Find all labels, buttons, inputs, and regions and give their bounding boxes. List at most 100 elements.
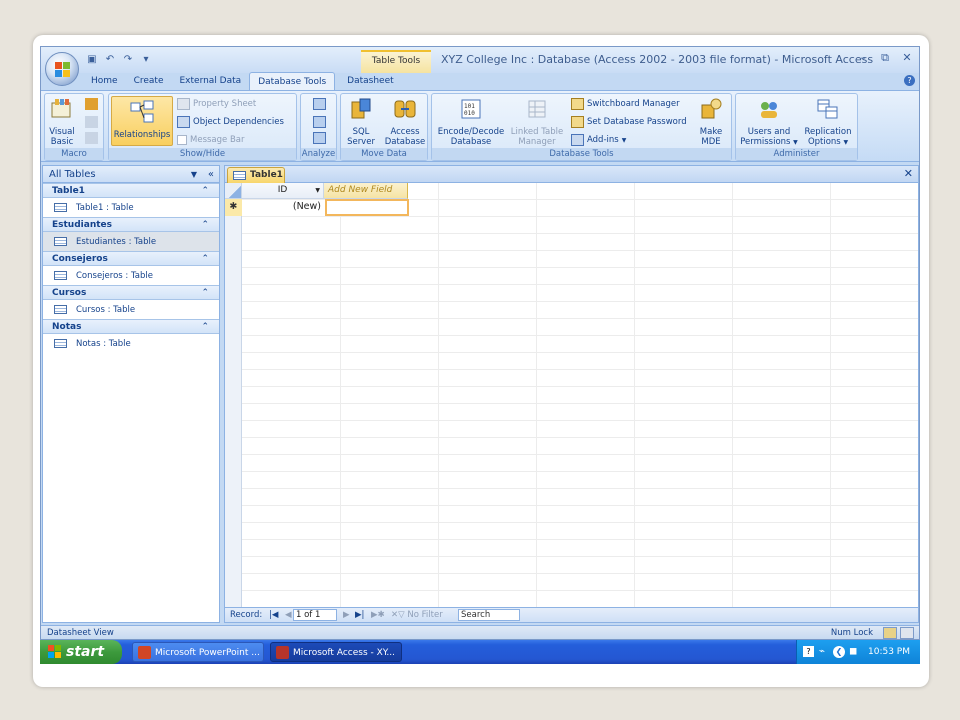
sql-server-icon [351,98,371,119]
access-db-label-1: Access [390,127,420,137]
restore-icon[interactable]: ⧉ [877,51,893,65]
linked-label-2: Manager [518,137,556,147]
nav-menu-dropdown-icon[interactable]: ▼ [191,166,197,183]
replication-options-button[interactable]: Replication Options ▼ [800,97,856,148]
switchboard-manager-button[interactable]: Switchboard Manager [571,97,680,111]
chevron-down-icon[interactable]: ▼ [315,183,320,198]
nav-item-cursos[interactable]: Cursos : Table [43,300,219,319]
access-database-button[interactable]: Access Database [383,97,427,147]
table-icon [233,171,246,180]
minimize-icon[interactable]: – [855,51,871,65]
tab-home[interactable]: Home [83,72,126,90]
database-documenter-icon[interactable] [313,98,326,110]
new-record-id-cell[interactable]: (New) [242,199,324,216]
collapse-group-icon[interactable]: ⌃ [201,286,209,300]
set-password-button[interactable]: Set Database Password [571,115,687,129]
linked-table-manager-button[interactable]: Linked Table Manager [508,97,566,147]
tab-database-tools[interactable]: Database Tools [249,72,336,90]
checkbox-icon [177,135,187,145]
make-mde-button[interactable]: Make MDE [694,97,728,147]
run-macro-icon[interactable] [85,98,98,110]
relationships-label: Relationships [113,130,171,140]
record-label: Record: [230,610,263,620]
add-ins-button[interactable]: Add-ins ▼ [571,133,626,147]
message-bar-checkbox[interactable]: Message Bar [177,133,245,147]
collapse-group-icon[interactable]: ⌃ [201,320,209,334]
group-label-show-hide: Show/Hide [109,148,296,160]
help-icon[interactable]: ? [904,75,915,86]
taskbar-powerpoint[interactable]: Microsoft PowerPoint ... [132,642,264,662]
customize-qat-icon[interactable]: ▾ [139,53,153,66]
chevron-down-icon: ▼ [793,139,798,146]
column-header-add-new-field[interactable]: Add New Field [324,183,408,199]
start-label: start [66,644,105,660]
close-document-icon[interactable]: ✕ [904,167,913,180]
nav-item-estudiantes[interactable]: Estudiantes : Table [43,232,219,251]
undo-icon[interactable]: ↶ [103,53,117,66]
current-record-field[interactable]: 1 of 1 [293,609,337,621]
datasheet-grid[interactable] [225,183,918,608]
column-header-id[interactable]: ID ▼ [242,183,324,199]
svg-text:101: 101 [464,103,475,110]
datasheet-view-icon[interactable] [883,627,897,639]
office-button[interactable] [45,52,79,86]
analyze-table-icon[interactable] [313,132,326,144]
back-arrow-icon[interactable]: ❮ [833,646,845,658]
new-record-star-icon[interactable]: ✱ [225,199,242,216]
design-view-icon[interactable] [900,627,914,639]
help-tray-icon[interactable]: ? [803,646,814,657]
nav-group-cursos[interactable]: Cursos ⌃ [43,285,219,300]
redo-icon[interactable]: ↷ [121,53,135,66]
collapse-group-icon[interactable]: ⌃ [201,184,209,198]
nav-group-table1[interactable]: Table1 ⌃ [43,183,219,198]
taskbar-access[interactable]: Microsoft Access - XY... [270,642,402,662]
replication-label-1: Replication [804,127,852,137]
document-tab-table1[interactable]: Table1 [227,167,285,183]
object-dependencies-button[interactable]: Object Dependencies [177,115,284,129]
first-record-icon[interactable]: |◀ [269,608,278,622]
collapse-group-icon[interactable]: ⌃ [201,218,209,232]
nav-group-notas[interactable]: Notas ⌃ [43,319,219,334]
new-record-add-field-cell[interactable] [325,199,409,216]
last-record-icon[interactable]: ▶| [355,608,364,622]
sql-server-button[interactable]: SQL Server [343,97,379,147]
nav-item-notas[interactable]: Notas : Table [43,334,219,353]
new-record-nav-icon[interactable]: ▶✱ [371,608,385,622]
nav-item-table1[interactable]: Table1 : Table [43,198,219,217]
users-permissions-button[interactable]: Users and Permissions ▼ [738,97,800,148]
taskbar-access-label: Microsoft Access - XY... [293,648,396,658]
nav-pane-header[interactable]: All Tables ▼ « [43,166,219,183]
volume-icon[interactable]: ◼ [849,640,857,664]
nav-group-estudiantes[interactable]: Estudiantes ⌃ [43,217,219,232]
property-sheet-button[interactable]: Property Sheet [177,97,256,111]
collapse-group-icon[interactable]: ⌃ [201,252,209,266]
access-database-icon [394,100,416,118]
previous-record-icon[interactable]: ◀ [285,608,292,622]
start-button[interactable]: start [40,640,122,664]
save-icon[interactable]: ▣ [85,53,99,66]
encode-decode-icon: 101010 [461,99,481,119]
analyze-performance-icon[interactable] [313,116,326,128]
convert-macros-icon[interactable] [85,132,98,144]
encode-decode-button[interactable]: 101 010 Encode/Decode Database [434,97,508,147]
no-filter-indicator[interactable]: ✕▽ No Filter [391,608,443,622]
search-input[interactable]: Search [458,609,520,621]
close-icon[interactable]: ✕ [899,51,915,65]
record-navigation-bar: Record: |◀ ◀ 1 of 1 ▶ ▶| ▶✱ ✕▽ No Filter… [225,607,918,622]
create-shortcut-menu-icon[interactable] [85,116,98,128]
next-record-icon[interactable]: ▶ [343,608,350,622]
network-icon[interactable]: ⌁ [819,640,825,664]
relationships-button[interactable]: Relationships [111,96,173,146]
sql-label-2: Server [347,137,375,147]
status-num-lock: Num Lock [830,628,873,638]
shutter-bar-close-icon[interactable]: « [208,166,214,183]
tab-datasheet[interactable]: Datasheet [339,72,402,90]
nav-group-consejeros[interactable]: Consejeros ⌃ [43,251,219,266]
tab-create[interactable]: Create [126,72,172,90]
nav-item-consejeros[interactable]: Consejeros : Table [43,266,219,285]
visual-basic-button[interactable]: Visual Basic [47,97,77,147]
tab-external-data[interactable]: External Data [171,72,249,90]
encode-label-2: Database [450,137,492,147]
group-macro: Visual Basic Macro [44,93,104,161]
select-all-cell[interactable] [225,183,242,199]
